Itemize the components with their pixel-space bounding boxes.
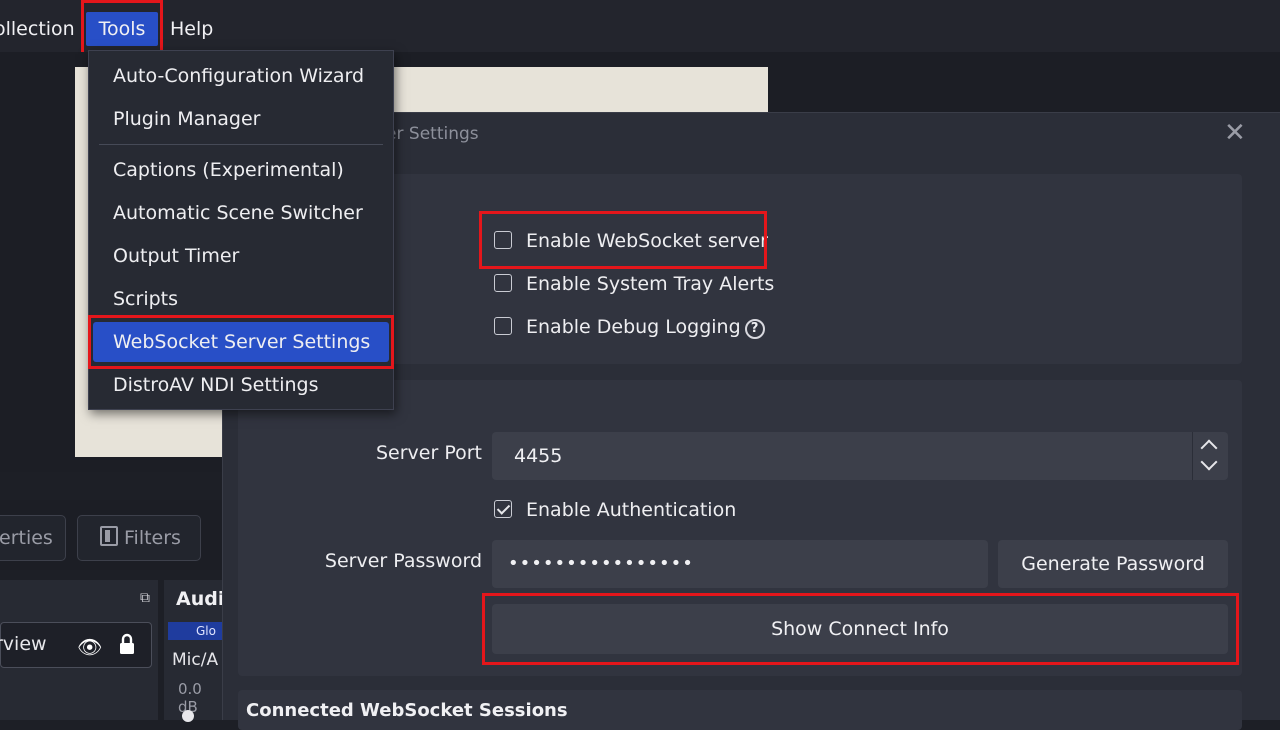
menu-item-distroav-ndi-settings[interactable]: DistroAV NDI Settings bbox=[93, 365, 389, 405]
chevron-down-icon[interactable] bbox=[1200, 453, 1218, 471]
audio-source-name: Mic/A bbox=[172, 650, 219, 670]
enable-debug-logging-checkbox[interactable]: Enable Debug Logging? bbox=[494, 315, 765, 339]
checkbox-label: Enable WebSocket server bbox=[526, 230, 768, 252]
server-password-label: Server Password bbox=[324, 550, 482, 572]
server-password-input[interactable]: •••••••••••••••• bbox=[492, 540, 988, 588]
checkbox-label: Enable System Tray Alerts bbox=[526, 273, 775, 295]
menu-item-automatic-scene-switcher[interactable]: Automatic Scene Switcher bbox=[93, 193, 389, 233]
checkbox-label: Enable Authentication bbox=[526, 499, 737, 521]
menu-separator bbox=[99, 144, 383, 145]
lock-icon[interactable] bbox=[119, 633, 135, 655]
properties-button-label: erties bbox=[0, 527, 53, 549]
filters-button-label: Filters bbox=[124, 527, 181, 549]
properties-button[interactable]: erties bbox=[0, 515, 66, 561]
visibility-eye-icon[interactable]: 👁 bbox=[77, 635, 102, 659]
tools-dropdown-menu: Auto-Configuration Wizard Plugin Manager… bbox=[88, 50, 394, 410]
checkbox-box[interactable] bbox=[494, 500, 512, 518]
help-icon[interactable]: ? bbox=[744, 319, 765, 339]
checkbox-box[interactable] bbox=[494, 231, 512, 249]
filters-button[interactable]: Filters bbox=[77, 515, 201, 561]
filters-icon bbox=[100, 526, 118, 546]
undock-icon[interactable]: ⧉ bbox=[140, 590, 150, 606]
checkbox-label: Enable Debug Logging bbox=[526, 316, 741, 338]
menu-item-plugin-manager[interactable]: Plugin Manager bbox=[93, 99, 389, 139]
connected-sessions-title: Connected WebSocket Sessions bbox=[246, 700, 568, 721]
menu-help[interactable]: Help bbox=[170, 12, 213, 46]
menu-item-scripts[interactable]: Scripts bbox=[93, 279, 389, 319]
source-row-label: rview bbox=[0, 633, 47, 655]
enable-system-tray-alerts-checkbox[interactable]: Enable System Tray Alerts bbox=[494, 272, 774, 296]
menu-item-output-timer[interactable]: Output Timer bbox=[93, 236, 389, 276]
menu-tools[interactable]: Tools bbox=[86, 12, 158, 46]
checkbox-box[interactable] bbox=[494, 317, 512, 335]
menu-item-auto-configuration-wizard[interactable]: Auto-Configuration Wizard bbox=[93, 56, 389, 96]
audio-mixer-dock: Audi Glo Mic/A 0.0 dB bbox=[164, 580, 225, 722]
menu-bar: ollection Tools Help bbox=[0, 0, 1280, 52]
menu-item-websocket-server-settings[interactable]: WebSocket Server Settings bbox=[93, 322, 389, 362]
port-spinner[interactable] bbox=[1192, 432, 1228, 480]
show-connect-info-button[interactable]: Show Connect Info bbox=[492, 604, 1228, 654]
checkbox-box[interactable] bbox=[494, 274, 512, 292]
generate-password-button[interactable]: Generate Password bbox=[998, 540, 1228, 588]
close-icon[interactable]: ✕ bbox=[1224, 118, 1246, 148]
menu-scene-collection[interactable]: ollection bbox=[0, 12, 75, 46]
source-row[interactable]: rview 👁 bbox=[0, 622, 152, 668]
server-port-input[interactable]: 4455 bbox=[492, 432, 1228, 480]
audio-fader-handle[interactable] bbox=[182, 710, 194, 722]
enable-authentication-checkbox[interactable]: Enable Authentication bbox=[494, 498, 736, 522]
audio-mixer-title: Audi bbox=[176, 588, 225, 610]
audio-global-badge: Glo bbox=[168, 622, 224, 640]
menu-item-captions[interactable]: Captions (Experimental) bbox=[93, 150, 389, 190]
enable-websocket-server-checkbox[interactable]: Enable WebSocket server bbox=[494, 229, 768, 253]
server-port-label: Server Port bbox=[375, 442, 482, 464]
